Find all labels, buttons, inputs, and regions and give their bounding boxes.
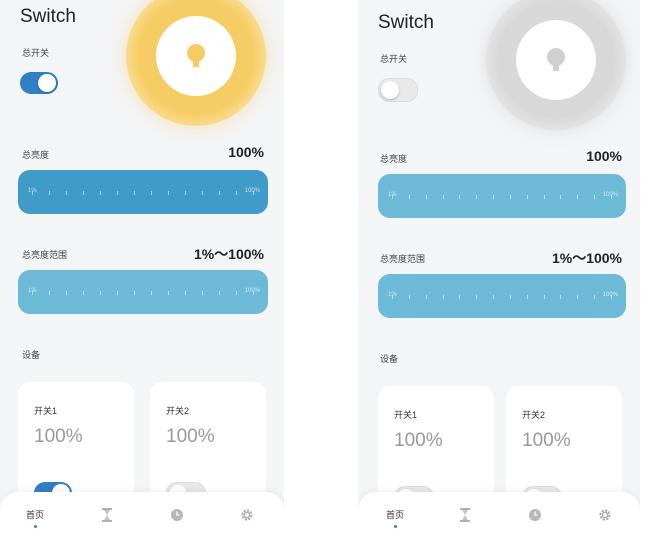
lightbulb-icon [547,48,565,71]
device-level: 100% [394,430,443,451]
slider-ticks [392,295,612,299]
brightness-value: 100% [586,148,622,164]
master-switch-toggle[interactable] [20,72,58,94]
devices-label: 设备 [22,350,41,360]
device-name: 开关1 [394,410,418,420]
bottom-nav: 首页 [0,492,284,542]
slider-min-label: 1% [28,288,37,294]
brightness-label: 总亮度 [380,154,408,164]
slider-min-label: 1% [388,292,397,298]
clock-icon [529,509,541,521]
hourglass-icon [460,508,470,522]
master-switch-label: 总开关 [380,54,408,64]
phone-screen-off: Switch 总开关 总亮度 100% 1% 100% 总亮度范围 1%～100… [358,0,640,542]
brightness-slider[interactable]: 1% 100% [378,174,626,218]
clock-icon [171,509,183,521]
nav-active-dot [393,525,397,528]
hourglass-icon [102,508,112,522]
nav-home-label: 首页 [385,510,404,520]
device-name: 开关1 [34,406,58,416]
bulb-brightness-ring[interactable] [126,0,266,126]
master-switch-toggle[interactable] [378,78,418,102]
bottom-nav: 首页 [358,492,640,542]
nav-active-dot [33,525,37,528]
device-name: 开关2 [522,410,546,420]
slider-max-label: 100% [602,192,618,198]
nav-timer[interactable] [92,508,122,522]
bulb-center [156,16,236,96]
lightbulb-icon [187,44,205,67]
slider-min-label: 1% [388,192,397,198]
nav-schedule[interactable] [162,508,192,522]
brightness-range-label: 总亮度范围 [22,250,68,260]
slider-ticks [392,195,612,199]
brightness-range-value: 1%～100% [551,250,622,266]
master-switch-label: 总开关 [22,48,50,58]
brightness-range-slider[interactable]: 1% 100% [18,270,268,314]
gear-icon [241,509,253,521]
app-title: Switch [20,6,76,27]
slider-ticks [32,291,254,295]
brightness-range-slider[interactable]: 1% 100% [378,274,626,318]
brightness-label: 总亮度 [22,150,50,160]
nav-settings[interactable] [232,508,262,522]
slider-ticks [32,191,254,195]
device-level: 100% [166,426,215,447]
slider-max-label: 100% [244,288,260,294]
nav-schedule[interactable] [520,508,550,522]
brightness-slider[interactable]: 1% 100% [18,170,268,214]
devices-label: 设备 [380,354,399,364]
nav-home-label: 首页 [25,510,44,520]
nav-timer[interactable] [450,508,480,522]
bulb-center [516,20,596,100]
device-level: 100% [522,430,571,451]
gear-icon [599,509,611,521]
brightness-range-value: 1%～100% [193,246,264,262]
nav-home[interactable]: 首页 [20,508,50,528]
nav-home[interactable]: 首页 [380,508,410,528]
slider-min-label: 1% [28,188,37,194]
toggle-knob [38,74,56,92]
brightness-value: 100% [228,144,264,160]
bulb-brightness-ring[interactable] [486,0,626,130]
slider-max-label: 100% [602,292,618,298]
device-name: 开关2 [166,406,190,416]
slider-max-label: 100% [244,188,260,194]
toggle-knob [381,81,399,99]
app-title: Switch [378,12,434,33]
nav-settings[interactable] [590,508,620,522]
phone-screen-on: Switch 总开关 总亮度 100% 1% 100% 总亮度范围 1%～100… [0,0,284,542]
device-level: 100% [34,426,83,447]
brightness-range-label: 总亮度范围 [380,254,426,264]
